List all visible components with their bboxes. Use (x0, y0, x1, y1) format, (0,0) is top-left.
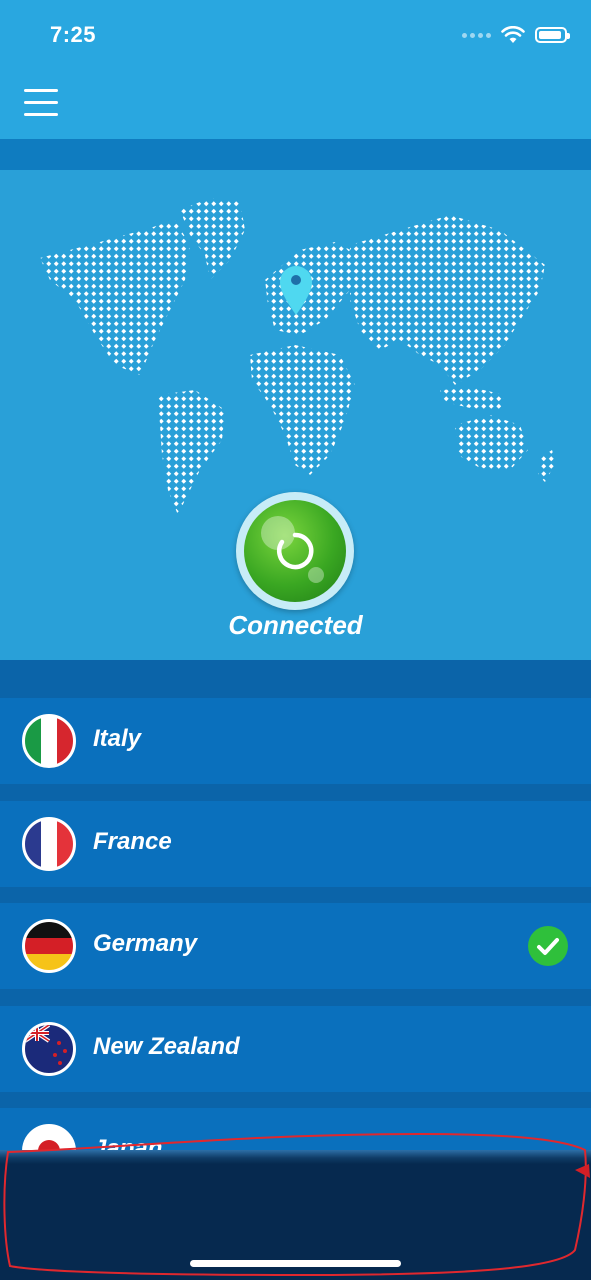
country-row-germany[interactable]: Germany (0, 903, 591, 989)
top-bar (0, 0, 591, 139)
header-divider (0, 139, 591, 170)
country-name: Italy (93, 725, 142, 752)
annotation-outline (3, 1132, 590, 1277)
battery-icon (535, 27, 570, 43)
wifi-icon (501, 26, 525, 43)
new-zealand-flag-icon (22, 1022, 76, 1076)
status-time: 7:25 (50, 22, 97, 47)
country-row-france[interactable]: France (0, 801, 591, 887)
country-row-italy[interactable]: Italy (0, 698, 591, 784)
country-name: Germany (93, 930, 198, 957)
country-row-new-zealand[interactable]: New Zealand (0, 1006, 591, 1092)
signal-dots-icon (462, 32, 491, 38)
power-icon (276, 532, 314, 570)
menu-button[interactable] (24, 86, 60, 120)
italy-flag-icon (22, 714, 76, 768)
status-icons (462, 26, 570, 44)
country-name: New Zealand (93, 1033, 240, 1060)
connection-status: Connected (228, 610, 363, 640)
connect-button[interactable] (236, 492, 354, 610)
germany-flag-icon (22, 919, 76, 973)
france-flag-icon (22, 817, 76, 871)
checkmark-icon (528, 926, 568, 966)
country-name: France (93, 828, 172, 855)
